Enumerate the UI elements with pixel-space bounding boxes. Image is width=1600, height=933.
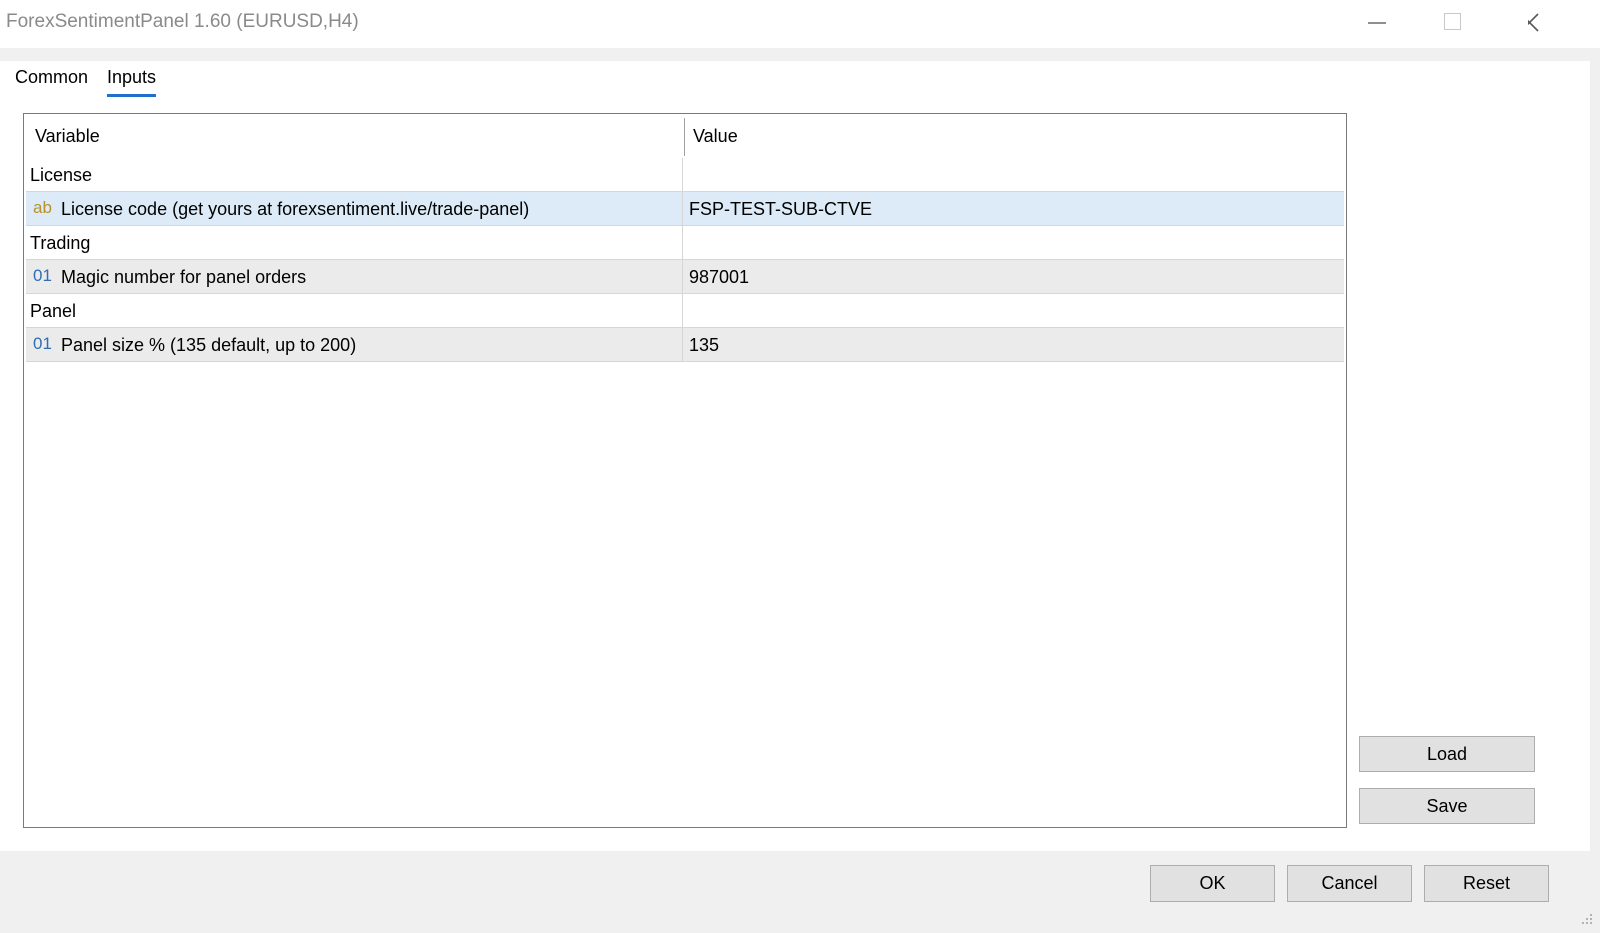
close-icon <box>1528 13 1539 32</box>
inputs-grid: Variable Value License ab License code (… <box>23 113 1347 828</box>
integer-type-icon: 01 <box>33 334 52 353</box>
close-button[interactable] <box>1528 0 1592 46</box>
column-divider[interactable] <box>684 118 685 156</box>
group-label: Trading <box>30 233 91 253</box>
ok-button[interactable]: OK <box>1150 865 1275 902</box>
tab-strip: Common Inputs <box>0 61 400 101</box>
minimize-icon <box>1368 22 1386 24</box>
reset-button[interactable]: Reset <box>1424 865 1549 902</box>
save-button[interactable]: Save <box>1359 788 1535 824</box>
tab-common[interactable]: Common <box>15 67 88 94</box>
param-name: Panel size % (135 default, up to 200) <box>61 335 357 355</box>
cancel-button[interactable]: Cancel <box>1287 865 1412 902</box>
param-row-magic-number[interactable]: 01 Magic number for panel orders 987001 <box>26 260 1344 294</box>
param-name: License code (get yours at forexsentimen… <box>61 199 530 219</box>
param-value[interactable]: FSP-TEST-SUB-CTVE <box>689 199 872 220</box>
title-bar: ForexSentimentPanel 1.60 (EURUSD,H4) <box>0 0 1600 48</box>
minimize-button[interactable] <box>1368 0 1432 46</box>
param-value[interactable]: 987001 <box>689 267 749 288</box>
group-row-license[interactable]: License <box>26 158 1344 192</box>
column-header-value[interactable]: Value <box>693 126 738 147</box>
param-row-panel-size[interactable]: 01 Panel size % (135 default, up to 200)… <box>26 328 1344 362</box>
resize-grip-icon[interactable] <box>1580 912 1594 926</box>
dialog-body: Common Inputs Variable Value License ab … <box>0 61 1590 851</box>
maximize-icon <box>1444 13 1461 30</box>
input-dialog-window: ForexSentimentPanel 1.60 (EURUSD,H4) Com… <box>0 0 1600 933</box>
group-label: Panel <box>30 301 77 321</box>
load-button[interactable]: Load <box>1359 736 1535 772</box>
param-row-license-code[interactable]: ab License code (get yours at forexsenti… <box>26 192 1344 226</box>
group-row-trading[interactable]: Trading <box>26 226 1344 260</box>
integer-type-icon: 01 <box>33 266 52 285</box>
param-value[interactable]: 135 <box>689 335 719 356</box>
maximize-button[interactable] <box>1444 0 1508 46</box>
grid-header: Variable Value <box>24 114 1346 158</box>
group-label: License <box>30 165 93 185</box>
string-type-icon: ab <box>33 198 52 217</box>
column-header-variable[interactable]: Variable <box>35 126 100 147</box>
param-name: Magic number for panel orders <box>61 267 307 287</box>
group-row-panel[interactable]: Panel <box>26 294 1344 328</box>
tab-inputs[interactable]: Inputs <box>107 67 157 97</box>
window-title: ForexSentimentPanel 1.60 (EURUSD,H4) <box>6 11 359 32</box>
